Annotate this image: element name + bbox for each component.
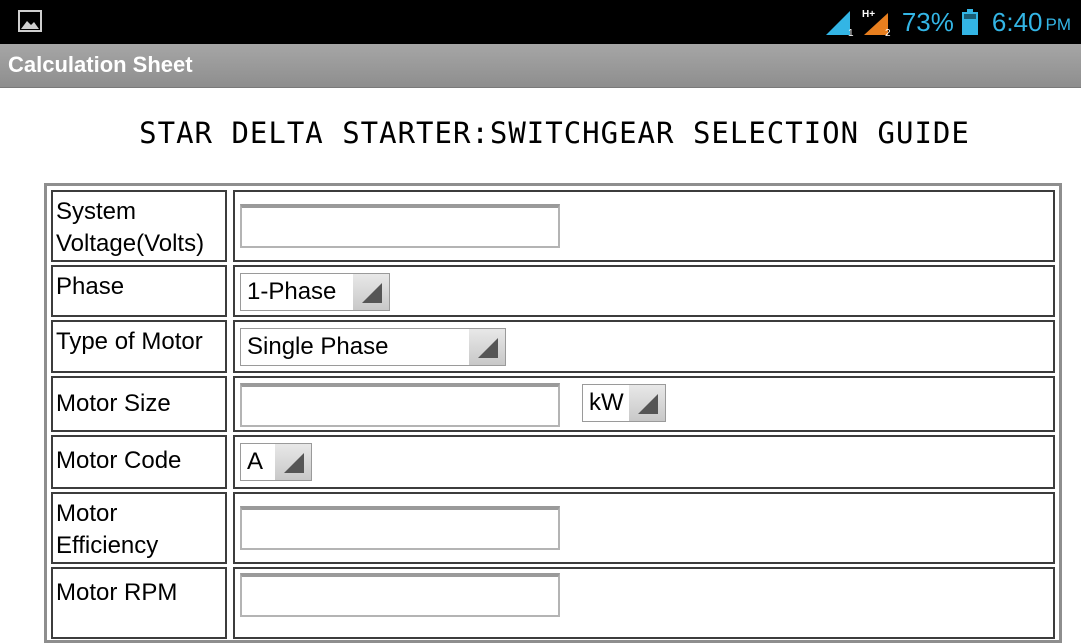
clock-ampm: PM bbox=[1045, 15, 1072, 34]
system-voltage-cell bbox=[233, 190, 1055, 262]
motor-code-row: Motor Code A bbox=[51, 435, 1055, 489]
motor-size-label: Motor Size bbox=[51, 376, 227, 432]
motor-efficiency-row: Motor Efficiency bbox=[51, 492, 1055, 564]
dropdown-arrow-icon bbox=[362, 283, 382, 303]
phase-selected-value: 1-Phase bbox=[247, 278, 337, 305]
dropdown-arrow-icon bbox=[284, 453, 304, 473]
system-voltage-label: System Voltage(Volts) bbox=[51, 190, 227, 262]
motor-size-input[interactable] bbox=[240, 383, 560, 427]
page-heading: STAR DELTA STARTER:SWITCHGEAR SELECTION … bbox=[139, 116, 970, 150]
motor-type-select[interactable]: Single Phase bbox=[240, 328, 506, 366]
motor-code-selected-value: A bbox=[247, 448, 264, 475]
motor-efficiency-label: Motor Efficiency bbox=[51, 492, 227, 564]
motor-rpm-input[interactable] bbox=[240, 573, 560, 617]
app-title: Calculation Sheet bbox=[8, 52, 193, 77]
motor-type-selected-value: Single Phase bbox=[247, 333, 389, 360]
motor-efficiency-cell bbox=[233, 492, 1055, 564]
action-bar: Calculation Sheet bbox=[0, 44, 1081, 88]
svg-text:2: 2 bbox=[885, 28, 891, 37]
motor-code-label: Motor Code bbox=[51, 435, 227, 489]
clock-time: 6:40 bbox=[991, 6, 1043, 37]
motor-type-label: Type of Motor bbox=[51, 320, 227, 373]
motor-code-cell: A bbox=[233, 435, 1055, 489]
motor-size-cell: kW bbox=[233, 376, 1055, 432]
image-notification-icon bbox=[18, 10, 42, 32]
motor-size-unit-value: kW bbox=[589, 389, 624, 416]
system-voltage-row: System Voltage(Volts) bbox=[51, 190, 1055, 262]
phase-label: Phase bbox=[51, 265, 227, 317]
motor-code-select[interactable]: A bbox=[240, 443, 312, 481]
motor-rpm-cell bbox=[233, 567, 1055, 639]
motor-size-unit-select[interactable]: kW bbox=[582, 384, 666, 422]
signal-sim2-hplus-icon: H+ 2 bbox=[862, 9, 891, 37]
motor-rpm-row: Motor RPM bbox=[51, 567, 1055, 639]
phase-row: Phase 1-Phase bbox=[51, 265, 1055, 317]
phase-select[interactable]: 1-Phase bbox=[240, 273, 390, 311]
motor-size-row: Motor Size kW bbox=[51, 376, 1055, 432]
calculation-form: System Voltage(Volts) Phase 1-Phase Type… bbox=[44, 183, 1062, 643]
motor-rpm-label: Motor RPM bbox=[51, 567, 227, 639]
status-bar: 1 H+ 2 73% 6:40 PM bbox=[0, 0, 1081, 44]
signal-sim1-icon: 1 bbox=[825, 11, 854, 37]
battery-percent: 73% bbox=[901, 6, 954, 37]
dropdown-arrow-icon bbox=[478, 338, 498, 358]
svg-text:1: 1 bbox=[848, 28, 854, 37]
motor-type-cell: Single Phase bbox=[233, 320, 1055, 373]
svg-text:H+: H+ bbox=[862, 9, 875, 20]
system-voltage-input[interactable] bbox=[240, 204, 560, 248]
motor-type-row: Type of Motor Single Phase bbox=[51, 320, 1055, 373]
dropdown-arrow-icon bbox=[638, 394, 658, 414]
motor-efficiency-input[interactable] bbox=[240, 506, 560, 550]
battery-icon bbox=[961, 9, 978, 35]
phase-cell: 1-Phase bbox=[233, 265, 1055, 317]
